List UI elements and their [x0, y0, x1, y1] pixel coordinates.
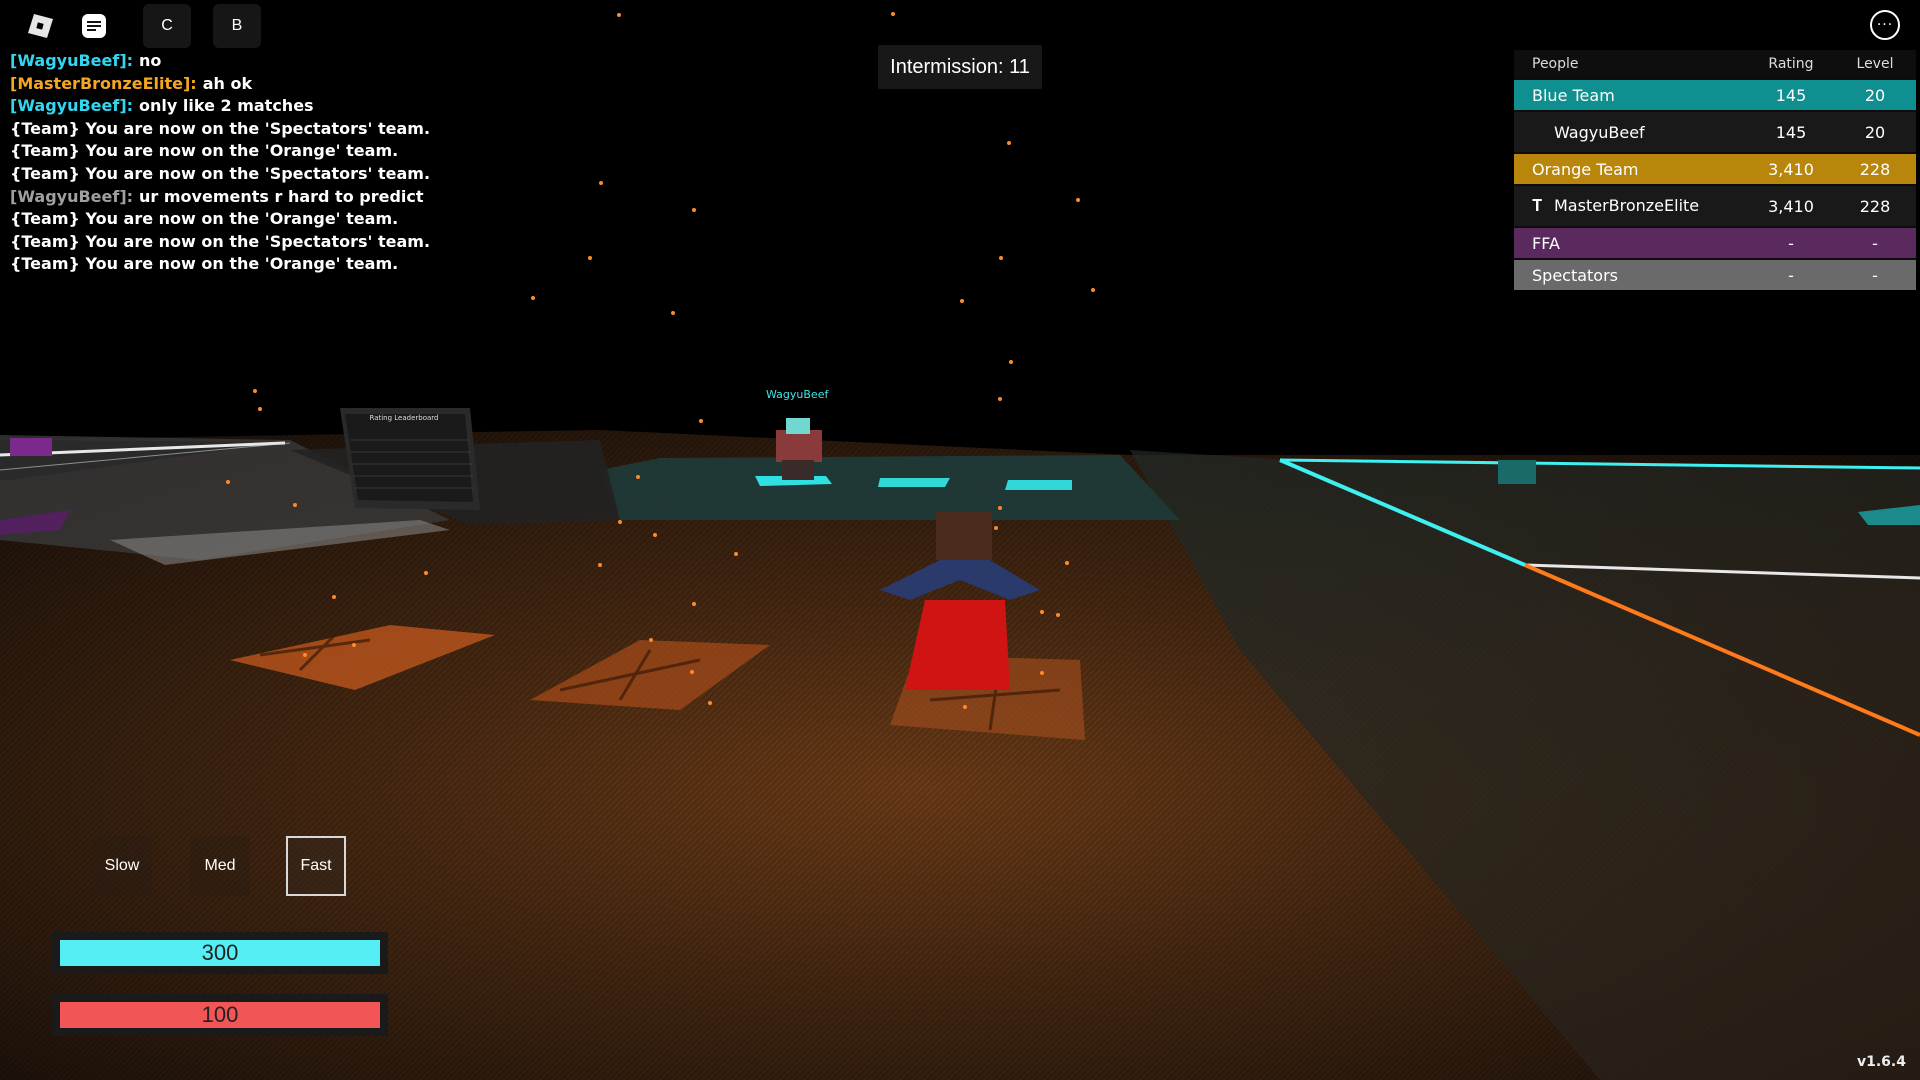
- premium-icon: 𝐓: [1532, 196, 1543, 215]
- chat-text: {Team} You are now on the 'Spectators' t…: [10, 163, 431, 183]
- team-rating: 3,410: [1768, 159, 1814, 179]
- chat-message: {Team} You are now on the 'Spectators' t…: [10, 231, 430, 254]
- player-rating: 145: [1775, 122, 1807, 142]
- chat-message: {Team} You are now on the 'Spectators' t…: [10, 163, 430, 186]
- energy-bar-frame: 300: [52, 932, 388, 974]
- team-level: -: [1872, 265, 1878, 285]
- more-options-button[interactable]: ···: [1870, 10, 1900, 40]
- chat-text: ur movements r hard to predict: [139, 186, 424, 206]
- team-name: Orange Team: [1532, 159, 1639, 179]
- player-level: 228: [1859, 196, 1891, 216]
- chat-author[interactable]: [WagyuBeef]:: [10, 96, 133, 115]
- team-level: -: [1872, 233, 1878, 253]
- speed-fast-button[interactable]: Fast: [286, 836, 346, 896]
- team-name: Blue Team: [1532, 85, 1615, 105]
- team-name: FFA: [1532, 233, 1560, 253]
- player-row[interactable]: 𝐓 MasterBronzeElite 3,410 228: [1514, 186, 1916, 226]
- player-row[interactable]: WagyuBeef 145 20: [1514, 112, 1916, 152]
- header-rating: Rating: [1768, 56, 1814, 72]
- chat-text: ah ok: [202, 73, 253, 93]
- player-level: 20: [1864, 122, 1886, 142]
- chat-log: [WagyuBeef]: no [MasterBronzeElite]: ah ok[…: [10, 50, 430, 276]
- chat-message: [WagyuBeef]: no: [10, 50, 430, 73]
- chat-icon: [82, 14, 106, 38]
- chat-text: {Team} You are now on the 'Orange' team.: [10, 209, 399, 229]
- player-nametag: WagyuBeef: [766, 388, 829, 401]
- health-bar: 100: [60, 1002, 380, 1028]
- chat-message: {Team} You are now on the 'Spectators' t…: [10, 118, 430, 141]
- roblox-menu-button[interactable]: [16, 4, 64, 48]
- roblox-logo-icon: [28, 14, 53, 38]
- chat-message: [WagyuBeef]: ur movements r hard to predi…: [10, 186, 430, 209]
- team-row-orange[interactable]: Orange Team 3,410 228: [1514, 154, 1916, 184]
- team-name: Spectators: [1532, 265, 1619, 285]
- chat-author[interactable]: [MasterBronzeElite]:: [10, 74, 197, 93]
- chat-toggle-button[interactable]: [70, 4, 118, 48]
- team-rating: -: [1788, 265, 1794, 285]
- chat-text: {Team} You are now on the 'Orange' team.: [10, 254, 399, 274]
- energy-bar: 300: [60, 940, 380, 966]
- chat-author[interactable]: [WagyuBeef]:: [10, 51, 133, 70]
- team-rating: 145: [1775, 85, 1807, 105]
- player-name: MasterBronzeElite: [1554, 196, 1700, 215]
- ellipsis-icon: ···: [1876, 17, 1894, 33]
- chat-text: {Team} You are now on the 'Spectators' t…: [10, 118, 431, 138]
- player-name: WagyuBeef: [1554, 122, 1645, 142]
- chat-message: {Team} You are now on the 'Orange' team.: [10, 253, 430, 276]
- hotkey-c-button[interactable]: C: [143, 4, 191, 48]
- speed-slow-button[interactable]: Slow: [92, 836, 152, 896]
- health-bar-frame: 100: [52, 994, 388, 1036]
- team-level: 20: [1864, 85, 1886, 105]
- player-leaderboard: People Rating Level Blue Team 145 20 Wag…: [1514, 50, 1916, 290]
- chat-text: only like 2 matches: [139, 96, 314, 116]
- player-rating: 3,410: [1768, 196, 1814, 216]
- team-row-spectators[interactable]: Spectators - -: [1514, 260, 1916, 290]
- chat-message: {Team} You are now on the 'Orange' team.: [10, 140, 430, 163]
- chat-text: {Team} You are now on the 'Orange' team.: [10, 141, 399, 161]
- version-label: v1.6.4: [1857, 1054, 1906, 1070]
- leaderboard-header: People Rating Level: [1514, 50, 1916, 78]
- chat-text: no: [139, 51, 162, 70]
- team-row-blue[interactable]: Blue Team 145 20: [1514, 80, 1916, 110]
- team-level: 228: [1859, 159, 1891, 179]
- chat-message: [MasterBronzeElite]: ah ok: [10, 73, 430, 96]
- team-row-ffa[interactable]: FFA - -: [1514, 228, 1916, 258]
- chat-message: [WagyuBeef]: only like 2 matches: [10, 95, 430, 118]
- player-name-cell: 𝐓 MasterBronzeElite: [1514, 196, 1748, 216]
- header-level: Level: [1856, 56, 1894, 72]
- chat-author[interactable]: [WagyuBeef]:: [10, 187, 133, 206]
- chat-text: {Team} You are now on the 'Spectators' t…: [10, 231, 431, 251]
- speed-med-button[interactable]: Med: [190, 836, 250, 896]
- svg-text:Rating Leaderboard: Rating Leaderboard: [369, 414, 438, 422]
- chat-message: {Team} You are now on the 'Orange' team.: [10, 208, 430, 231]
- team-rating: -: [1788, 233, 1794, 253]
- intermission-timer: Intermission: 11: [878, 45, 1042, 89]
- header-people: People: [1532, 56, 1579, 72]
- hotkey-b-button[interactable]: B: [213, 4, 261, 48]
